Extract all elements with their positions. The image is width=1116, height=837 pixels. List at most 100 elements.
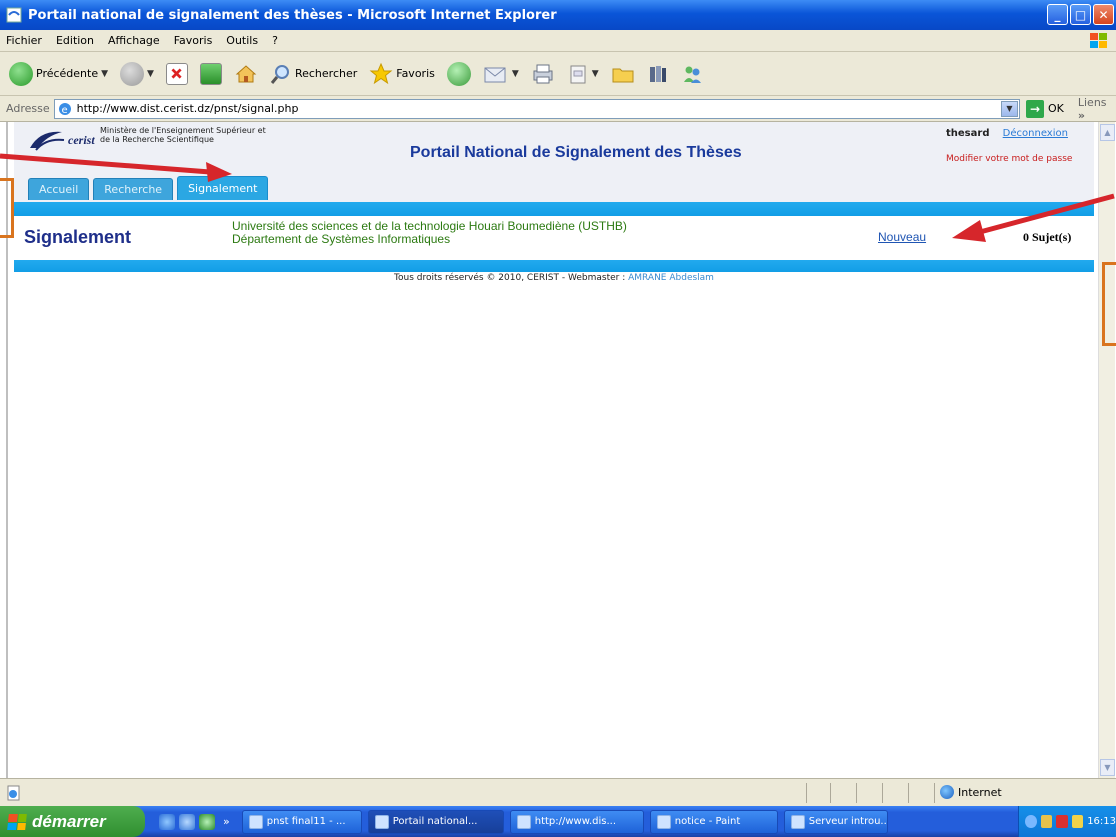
ie-icon — [374, 814, 389, 829]
start-button[interactable]: démarrer — [0, 806, 145, 837]
status-separator — [882, 783, 883, 803]
books-icon — [649, 65, 666, 82]
messenger-button[interactable] — [678, 57, 708, 91]
history-button[interactable] — [444, 57, 474, 91]
edit-page-icon — [570, 65, 586, 83]
logout-link[interactable]: Déconnexion — [1003, 128, 1068, 139]
page-status-icon — [7, 785, 20, 800]
tray-arrow-icon[interactable] — [1025, 815, 1037, 828]
system-tray: 16:13 — [1018, 806, 1116, 837]
menu-affichage[interactable]: Affichage — [108, 34, 160, 47]
forward-arrow-icon — [120, 61, 145, 86]
content-divider-bar — [14, 260, 1094, 272]
go-label: OK — [1048, 102, 1064, 115]
forward-button[interactable]: ▼ — [117, 57, 157, 91]
folder-button[interactable] — [608, 57, 638, 91]
messenger-icon — [683, 66, 701, 83]
menu-outils[interactable]: Outils — [226, 34, 258, 47]
taskbar-item-pnst-final[interactable]: pnst final11 - ... — [241, 809, 362, 834]
status-separator — [908, 783, 909, 803]
chevron-down-icon[interactable]: ▼ — [101, 69, 108, 79]
ie-quicklaunch-icon[interactable] — [159, 813, 175, 830]
stop-icon — [165, 62, 188, 85]
back-label: Précédente — [36, 67, 99, 80]
task-label: notice - Paint — [674, 816, 741, 827]
document-icon — [248, 814, 263, 829]
new-link[interactable]: Nouveau — [878, 230, 926, 244]
toolbar: Précédente ▼ ▼ Rechercher Favoris ▼ ▼ — [0, 52, 1116, 96]
chevron-down-icon[interactable]: ▼ — [592, 69, 599, 79]
mail-button[interactable]: ▼ — [480, 57, 522, 91]
ie-icon — [790, 814, 805, 829]
chevron-down-icon[interactable]: ▼ — [512, 69, 519, 79]
tray-antivirus-icon[interactable] — [1056, 815, 1068, 828]
status-separator — [856, 783, 857, 803]
tray-star-icon[interactable] — [1071, 815, 1084, 828]
zone-label: Internet — [958, 785, 1002, 799]
links-more-icon: » — [1077, 108, 1085, 122]
taskbar-item-notice-paint[interactable]: notice - Paint — [649, 809, 778, 834]
cerist-logo-icon — [30, 131, 65, 151]
ie-page-icon: e — [58, 102, 71, 116]
ie-page-icon — [6, 7, 22, 23]
taskbar-item-serveur[interactable]: Serveur introu... — [783, 809, 888, 834]
links-label[interactable]: Liens » — [1078, 96, 1116, 122]
favorites-button[interactable]: Favoris — [366, 57, 438, 91]
cerist-logo: cerist — [28, 128, 95, 152]
research-button[interactable] — [644, 57, 672, 91]
quicklaunch-more-icon[interactable]: » — [223, 815, 230, 828]
status-separator — [806, 783, 807, 803]
edit-button[interactable]: ▼ — [564, 57, 602, 91]
back-button[interactable]: Précédente ▼ — [6, 57, 111, 91]
change-password-link[interactable]: Modifier votre mot de passe — [946, 154, 1072, 164]
portal-title: Portail National de Signalement des Thès… — [410, 144, 742, 161]
home-icon — [235, 64, 257, 82]
annotation-arrow-left — [0, 153, 232, 182]
window-title-bar[interactable]: Portail national de signalement des thès… — [0, 0, 1116, 30]
header-divider-bar — [14, 202, 1094, 216]
mail-icon — [484, 67, 506, 82]
status-separator — [934, 783, 935, 803]
copyright-text: Tous droits réservés © 2010, CERIST - We… — [394, 273, 629, 283]
windows-flag-icon — [7, 813, 27, 830]
logo-text: cerist — [68, 132, 95, 147]
annotation-arrow-right — [952, 193, 1115, 242]
scroll-down-icon[interactable]: ▼ — [1100, 759, 1115, 776]
menu-edition[interactable]: Edition — [56, 34, 94, 47]
address-bar: Adresse e http://www.dist.cerist.dz/pnst… — [0, 96, 1116, 122]
institution-info: Université des sciences et de la technol… — [232, 220, 627, 246]
chevron-down-icon[interactable]: ▼ — [1001, 100, 1018, 117]
taskbar-item-http-dist[interactable]: http://www.dis... — [509, 809, 644, 834]
taskbar-item-portail-national[interactable]: Portail national... — [367, 809, 504, 834]
webmaster-link[interactable]: AMRANE Abdeslam — [628, 273, 714, 283]
home-button[interactable] — [231, 57, 261, 91]
menu-favoris[interactable]: Favoris — [174, 34, 213, 47]
refresh-button[interactable] — [197, 57, 225, 91]
stop-button[interactable] — [163, 57, 191, 91]
status-bar: Internet — [0, 778, 1116, 806]
outlook-quicklaunch-icon[interactable] — [179, 813, 195, 830]
window-title: Portail national de signalement des thès… — [28, 7, 557, 23]
task-label: Portail national... — [392, 816, 478, 827]
windows-logo-icon — [1090, 33, 1107, 48]
close-button[interactable]: ✕ — [1093, 4, 1114, 25]
status-separator — [830, 783, 831, 803]
go-button[interactable]: → OK — [1026, 99, 1064, 118]
menu-bar: Fichier Edition Affichage Favoris Outils… — [0, 30, 1116, 52]
minimize-button[interactable]: _ — [1047, 4, 1068, 25]
chevron-down-icon[interactable]: ▼ — [147, 69, 154, 79]
tray-network-icon[interactable] — [1040, 815, 1053, 828]
address-input[interactable]: e http://www.dist.cerist.dz/pnst/signal.… — [53, 98, 1020, 119]
search-button[interactable]: Rechercher — [267, 57, 360, 91]
media-quicklaunch-icon[interactable] — [199, 813, 215, 830]
section-title: Signalement — [24, 227, 132, 247]
security-zone[interactable]: Internet — [940, 785, 1002, 799]
menu-fichier[interactable]: Fichier — [6, 34, 42, 47]
favorites-label: Favoris — [396, 67, 435, 80]
maximize-button[interactable]: □ — [1070, 4, 1091, 25]
ministry-name: Ministère de l'Enseignement Supérieur et… — [100, 126, 266, 144]
globe-icon — [940, 785, 954, 799]
scroll-up-icon[interactable]: ▲ — [1100, 124, 1115, 141]
menu-help[interactable]: ? — [272, 34, 278, 47]
print-button[interactable] — [528, 57, 558, 91]
